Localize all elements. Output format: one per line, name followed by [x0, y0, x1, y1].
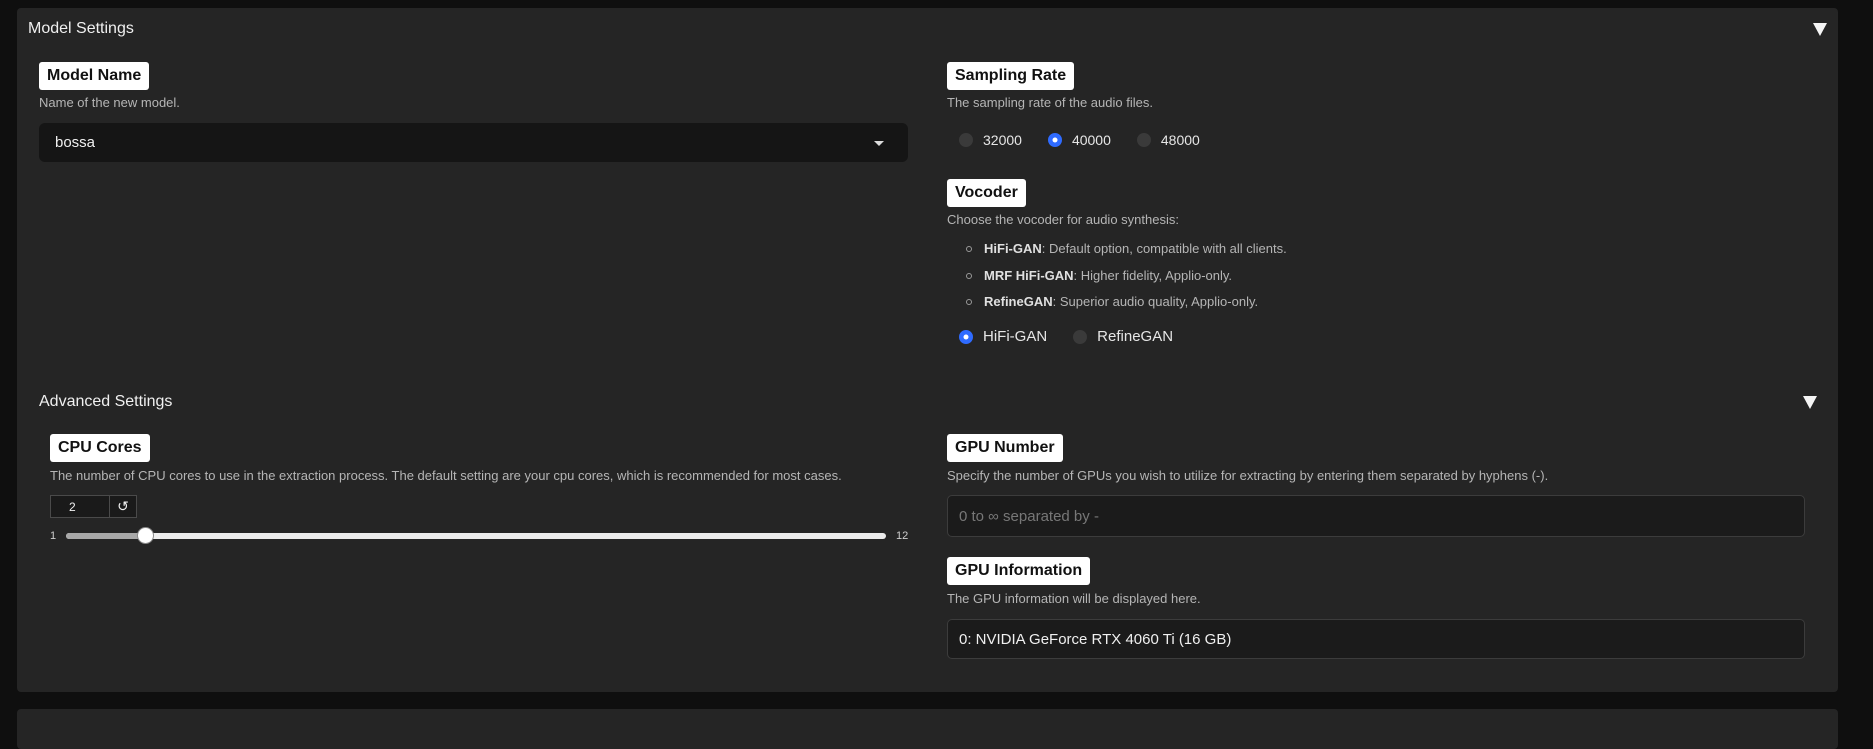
radio-circle-icon[interactable]	[1136, 133, 1151, 147]
model-name-label: Model Name	[39, 62, 150, 90]
reset-icon[interactable]: ↺	[109, 495, 137, 518]
collapse-triangle-icon[interactable]	[1803, 396, 1817, 409]
slider-max-label: 12	[896, 530, 909, 542]
next-panel	[17, 709, 1838, 749]
radio-circle-icon[interactable]	[1073, 329, 1088, 344]
sampling-rate-label: Sampling Rate	[947, 62, 1075, 90]
list-item: HiFi-GAN: Default option, compatible wit…	[966, 239, 1287, 266]
gpu-information-label: GPU Information	[947, 557, 1091, 585]
list-item: RefineGAN: Superior audio quality, Appli…	[966, 292, 1287, 319]
radio-32000[interactable]: 32000	[959, 132, 1022, 148]
vocoder-info-list: HiFi-GAN: Default option, compatible wit…	[966, 239, 1287, 319]
gpu-information-description: The GPU information will be displayed he…	[947, 591, 1201, 606]
radio-selected-icon[interactable]	[959, 329, 973, 344]
radio-40000[interactable]: 40000	[1047, 132, 1111, 148]
radio-refinegan[interactable]: RefineGAN	[1073, 328, 1173, 345]
slider-min-label: 1	[50, 530, 57, 542]
vocoder-options: HiFi-GAN RefineGAN	[959, 328, 1199, 345]
radio-selected-icon[interactable]	[1047, 133, 1062, 147]
cpu-cores-number-input[interactable]: 2	[50, 495, 110, 518]
model-settings-panel	[17, 8, 1838, 692]
radio-48000[interactable]: 48000	[1136, 132, 1200, 148]
vocoder-description: Choose the vocoder for audio synthesis:	[947, 212, 1179, 227]
cpu-cores-label: CPU Cores	[50, 434, 150, 462]
radio-hifi-gan[interactable]: HiFi-GAN	[959, 328, 1047, 345]
gpu-number-input[interactable]: 0 to ∞ separated by -	[947, 495, 1805, 537]
slider-fill	[66, 533, 146, 539]
collapse-triangle-icon[interactable]	[1813, 23, 1827, 36]
vocoder-label: Vocoder	[947, 179, 1026, 207]
cpu-cores-description: The number of CPU cores to use in the ex…	[50, 468, 842, 483]
gpu-information-field[interactable]: 0: NVIDIA GeForce RTX 4060 Ti (16 GB)	[947, 619, 1805, 659]
chevron-down-icon[interactable]	[874, 141, 884, 146]
radio-circle-icon[interactable]	[959, 133, 973, 147]
model-name-value: bossa	[55, 134, 96, 151]
cpu-cores-slider-track[interactable]	[66, 533, 886, 539]
model-name-description: Name of the new model.	[39, 95, 180, 110]
advanced-settings-header[interactable]: Advanced Settings	[39, 393, 172, 411]
sampling-rate-description: The sampling rate of the audio files.	[947, 95, 1153, 110]
sampling-rate-options: 32000 40000 48000	[959, 132, 1226, 148]
gpu-number-label: GPU Number	[947, 434, 1063, 462]
slider-handle[interactable]	[137, 527, 154, 544]
list-item: MRF HiFi-GAN: Higher fidelity, Applio-on…	[966, 266, 1287, 293]
gpu-number-description: Specify the number of GPUs you wish to u…	[947, 468, 1549, 483]
model-settings-header[interactable]: Model Settings	[28, 20, 134, 38]
model-name-dropdown[interactable]: bossa	[39, 123, 908, 162]
